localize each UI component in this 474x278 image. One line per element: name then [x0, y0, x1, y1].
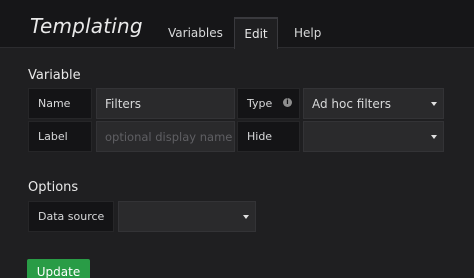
label-label: Label	[28, 121, 92, 152]
name-label-text: Name	[38, 97, 71, 110]
variable-section-title: Variable	[28, 68, 81, 83]
tab-edit[interactable]: Edit	[234, 17, 278, 49]
tab-help[interactable]: Help	[294, 26, 321, 40]
hide-select[interactable]	[303, 121, 444, 152]
name-input-value: Filters	[105, 96, 141, 111]
tab-variables[interactable]: Variables	[168, 26, 223, 40]
name-label: Name	[28, 88, 92, 119]
templating-editor: Templating Variables Edit Help Variable …	[0, 0, 474, 278]
page-title: Templating	[30, 14, 143, 38]
label-input[interactable]: optional display name	[96, 121, 235, 152]
type-select[interactable]: Ad hoc filters	[303, 88, 444, 119]
info-icon[interactable]: i	[283, 98, 292, 107]
name-input[interactable]: Filters	[96, 88, 235, 119]
update-button[interactable]: Update	[27, 259, 90, 278]
type-label: Type i	[237, 88, 300, 119]
datasource-label: Data source	[28, 201, 114, 232]
label-input-placeholder: optional display name	[105, 129, 233, 144]
label-label-text: Label	[38, 130, 68, 143]
datasource-label-text: Data source	[38, 210, 105, 223]
type-label-text: Type	[247, 97, 273, 110]
hide-label: Hide	[237, 121, 300, 152]
chevron-down-icon	[431, 135, 437, 139]
chevron-down-icon	[243, 215, 249, 219]
chevron-down-icon	[431, 102, 437, 106]
type-select-value: Ad hoc filters	[312, 96, 391, 111]
datasource-select[interactable]	[118, 201, 256, 232]
hide-label-text: Hide	[247, 130, 273, 143]
header: Templating Variables Edit Help	[0, 0, 474, 49]
options-section-title: Options	[28, 180, 79, 195]
